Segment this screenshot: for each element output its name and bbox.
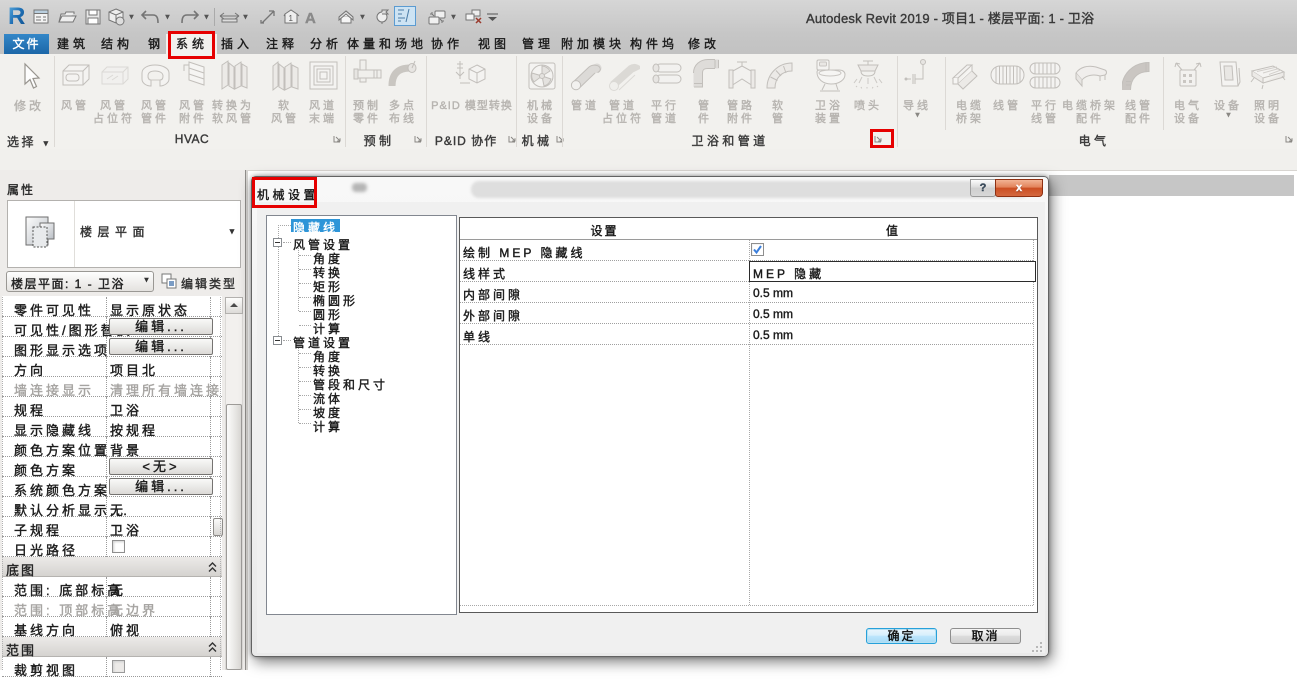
svg-text:1: 1	[289, 14, 294, 23]
svg-text:R: R	[8, 3, 25, 28]
